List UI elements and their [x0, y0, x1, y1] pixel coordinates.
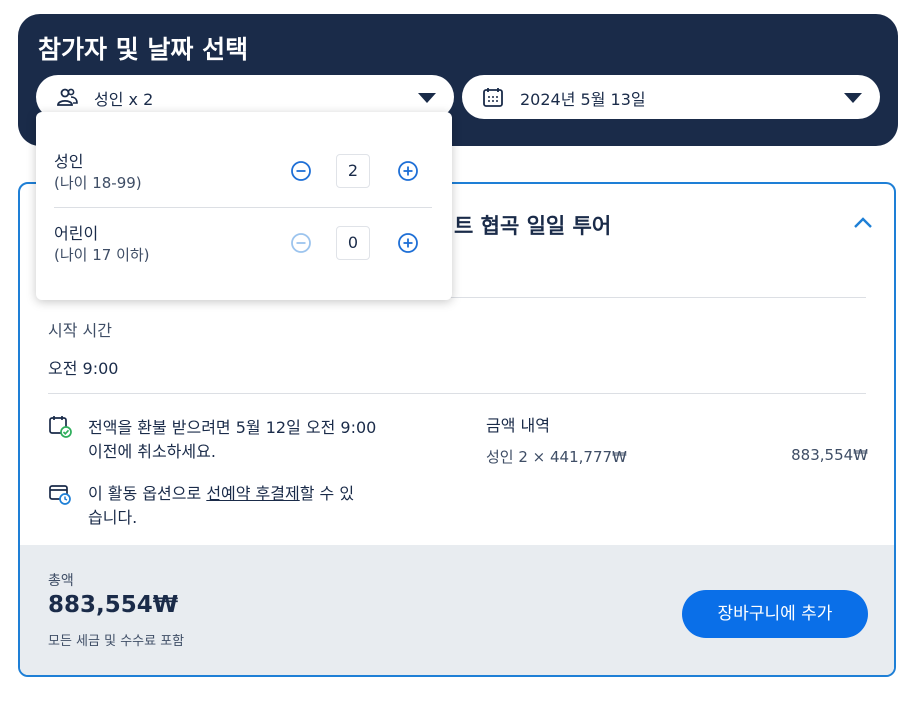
reserve-later-icon — [49, 485, 71, 505]
minus-circle-icon[interactable] — [290, 232, 312, 254]
people-icon — [57, 88, 78, 106]
chevron-down-icon — [844, 93, 862, 103]
price-line-value: 883,554₩ — [791, 446, 868, 464]
child-quantity[interactable]: 0 — [336, 226, 370, 260]
total-label: 총액 — [48, 573, 74, 589]
price-breakdown-title: 금액 내역 — [486, 416, 550, 435]
child-row: 어린이 (나이 17 이하) 0 — [36, 220, 452, 292]
child-label: 어린이 — [54, 224, 99, 243]
calendar-icon — [483, 88, 503, 107]
refund-policy-line1: 전액을 환불 받으려면 5월 12일 오전 9:00 — [88, 418, 377, 437]
reserve-later-line1: 이 활동 옵션으로 선예약 후결제할 수 있 — [88, 480, 354, 504]
plus-circle-icon[interactable] — [397, 232, 419, 254]
divider — [48, 393, 866, 394]
chevron-down-icon — [418, 93, 436, 103]
tax-note: 모든 세금 및 수수료 포함 — [48, 634, 185, 649]
adult-row: 성인 (나이 18-99) 2 — [36, 148, 452, 220]
reserve-later-link[interactable]: 선예약 후결제 — [206, 484, 299, 503]
minus-circle-icon[interactable] — [290, 160, 312, 182]
header-title: 참가자 및 날짜 선택 — [38, 35, 249, 64]
child-age-range: (나이 17 이하) — [54, 246, 150, 264]
reserve-later-line2: 습니다. — [88, 508, 138, 527]
adult-quantity[interactable]: 2 — [336, 154, 370, 188]
start-time-value: 오전 9:00 — [48, 359, 119, 378]
refund-policy-line2: 이전에 취소하세요. — [88, 442, 216, 461]
reserve-later-text: 할 수 있 — [299, 484, 355, 503]
chevron-up-icon[interactable] — [852, 212, 874, 234]
plus-circle-icon[interactable] — [397, 160, 419, 182]
date-dropdown[interactable]: 2024년 5월 13일 — [462, 75, 880, 119]
date-value: 2024년 5월 13일 — [520, 90, 646, 109]
tour-title: 트 협곡 일일 투어 — [454, 214, 612, 238]
total-price: 883,554₩ — [48, 592, 179, 618]
reserve-later-text: 이 활동 옵션으로 — [88, 484, 207, 503]
participants-popover: 성인 (나이 18-99) 2 어린이 (나이 17 이하) 0 — [36, 112, 452, 300]
add-to-cart-button[interactable]: 장바구니에 추가 — [682, 590, 868, 638]
divider — [54, 207, 432, 208]
adult-label: 성인 — [54, 152, 84, 171]
participants-value: 성인 x 2 — [94, 90, 154, 109]
calendar-check-icon — [49, 416, 72, 438]
start-time-label: 시작 시간 — [48, 321, 112, 340]
adult-age-range: (나이 18-99) — [54, 174, 142, 192]
order-summary-footer: 총액 883,554₩ 모든 세금 및 수수료 포함 장바구니에 추가 — [20, 545, 894, 675]
price-line-label: 성인 2 × 441,777₩ — [486, 448, 627, 466]
